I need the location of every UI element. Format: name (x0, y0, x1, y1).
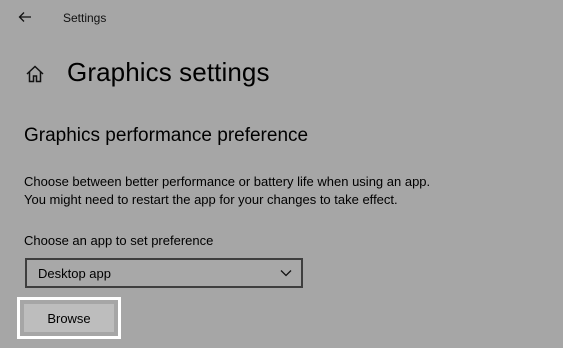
browse-button[interactable]: Browse (24, 304, 114, 332)
description-line: Choose between better performance or bat… (24, 174, 431, 189)
section-title: Graphics performance preference (24, 125, 309, 146)
window-title: Settings (63, 11, 107, 25)
app-type-dropdown[interactable]: Desktop app (25, 258, 303, 288)
back-arrow-icon (18, 12, 31, 22)
title-bar: Settings (0, 0, 563, 34)
back-button[interactable] (14, 6, 36, 28)
page-title: Graphics settings (67, 57, 270, 87)
app-picker-label: Choose an app to set preference (24, 233, 214, 248)
chevron-down-icon (280, 270, 292, 277)
description-line: You might need to restart the app for yo… (24, 192, 398, 207)
section-description: Choose between better performance or bat… (24, 173, 430, 209)
dropdown-selected-value: Desktop app (38, 266, 111, 281)
home-icon (26, 65, 44, 83)
